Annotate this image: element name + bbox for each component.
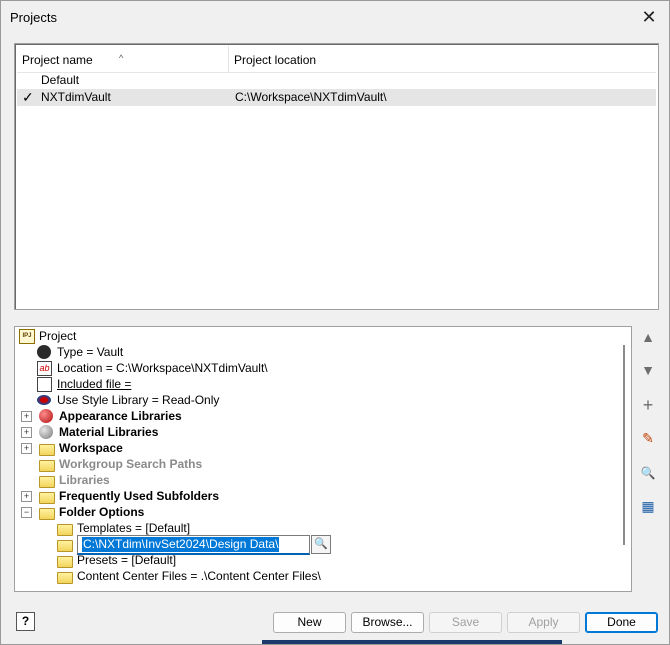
add-path-button[interactable]: + (637, 394, 659, 416)
project-list-header: Project name ^ Project location (17, 46, 656, 73)
appearance-library-icon (39, 409, 53, 423)
expand-icon[interactable]: + (21, 411, 32, 422)
workspace-icon (39, 444, 55, 456)
new-button[interactable]: New (273, 612, 346, 633)
expand-icon[interactable]: + (21, 427, 32, 438)
tree-item-label: Type = Vault (57, 345, 124, 359)
style-library-icon (37, 395, 51, 405)
tree-item-label: Use Style Library = Read-Only (57, 393, 220, 407)
taskbar-strip (262, 640, 562, 644)
subfolders-icon (39, 492, 55, 504)
project-row-default[interactable]: Default (17, 72, 656, 89)
save-button[interactable]: Save (429, 612, 502, 633)
tree-item-label: Presets = [Default] (77, 553, 177, 567)
done-button[interactable]: Done (585, 612, 658, 633)
open-editor-button[interactable]: ▦ (637, 495, 659, 517)
tree-root-label: Project (39, 329, 77, 343)
projects-dialog: Projects ✕ Project name ^ Project locati… (0, 0, 670, 645)
column-header-project-name[interactable]: Project name ^ (17, 46, 229, 72)
folder-icon (57, 556, 73, 568)
browse-folder-button[interactable]: 🔍 (311, 535, 331, 554)
folder-icon (57, 524, 73, 536)
included-file-icon (37, 377, 52, 392)
project-location: C:\Workspace\NXTdimVault\ (235, 90, 387, 104)
project-file-icon: IPJ (19, 329, 35, 344)
sort-arrow-icon: ^ (119, 53, 124, 63)
move-down-button[interactable]: ▼ (637, 359, 659, 381)
tree-item-label: Workspace (59, 441, 123, 455)
collapse-icon[interactable]: − (21, 507, 32, 518)
find-path-button[interactable]: 🔍 (637, 462, 659, 484)
tree-item-label: Location = C:\Workspace\NXTdimVault\ (57, 361, 268, 375)
column-label: Project name (22, 53, 93, 67)
active-check-icon: ✓ (22, 89, 34, 105)
title-bar: Projects ✕ (1, 1, 669, 33)
expand-icon[interactable]: + (21, 491, 32, 502)
dialog-title: Projects (10, 10, 57, 25)
magnifier-icon: 🔍 (314, 538, 328, 550)
tree-item-label: Folder Options (59, 505, 145, 519)
project-settings-tree[interactable]: IPJ Project Type = Vault ab Location = C… (14, 326, 632, 592)
move-up-button[interactable]: ▲ (637, 326, 659, 348)
help-button[interactable]: ? (16, 612, 35, 631)
project-list[interactable]: Project name ^ Project location Default … (14, 43, 659, 310)
column-header-project-location[interactable]: Project location (229, 46, 654, 72)
project-name: Default (41, 73, 80, 87)
tree-item-label: Material Libraries (59, 425, 159, 439)
tree-item-label: Content Center Files = .\Content Center … (77, 569, 321, 583)
folder-icon (57, 540, 73, 552)
folder-icon (57, 572, 73, 584)
expand-icon[interactable]: + (21, 443, 32, 454)
tree-item-label: Included file = (57, 377, 132, 391)
tree-item-label: Frequently Used Subfolders (59, 489, 220, 503)
type-icon (37, 345, 51, 359)
tree-item-label: Templates = [Default] (77, 521, 191, 535)
close-icon[interactable]: ✕ (635, 5, 663, 29)
design-data-path-value: C:\NXTdim\InvSet2024\Design Data\ (82, 537, 280, 552)
project-row-nxtdimvault[interactable]: ✓ NXTdimVault C:\Workspace\NXTdimVault\ (17, 89, 656, 106)
tree-item-label: Workgroup Search Paths (59, 457, 203, 471)
edit-path-button[interactable]: ✎ (637, 427, 659, 449)
folder-options-icon (39, 508, 55, 520)
location-icon: ab (37, 361, 52, 376)
workgroup-icon (39, 460, 55, 472)
tree-item-label: Appearance Libraries (59, 409, 182, 423)
apply-button[interactable]: Apply (507, 612, 580, 633)
tree-scrollbar[interactable] (623, 345, 625, 545)
browse-button[interactable]: Browse... (351, 612, 424, 633)
material-library-icon (39, 425, 53, 439)
libraries-icon (39, 476, 55, 488)
tree-item-label: Libraries (59, 473, 110, 487)
project-name: NXTdimVault (41, 90, 111, 104)
